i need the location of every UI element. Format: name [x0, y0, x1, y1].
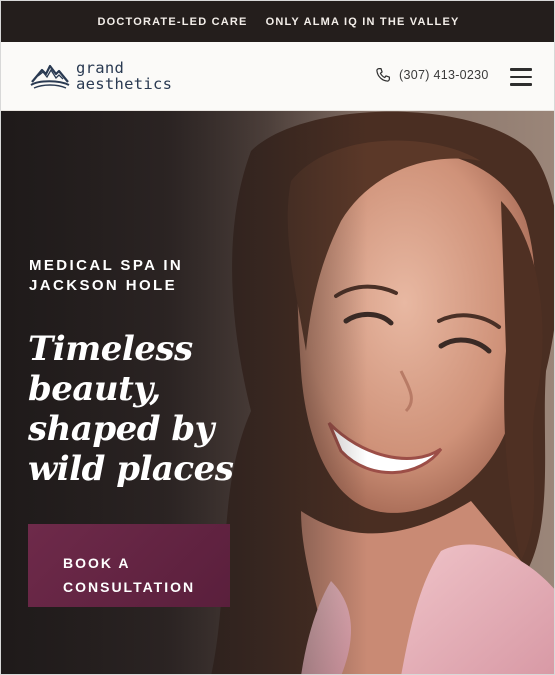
announcement-bar: DOCTORATE-LED CARE ONLY ALMA IQ IN THE V… — [1, 1, 554, 42]
phone-link[interactable]: (307) 413-0230 — [374, 66, 489, 84]
hero-eyebrow: MEDICAL SPA IN JACKSON HOLE — [29, 256, 229, 296]
logo-line-aesthetics: aesthetics — [76, 75, 173, 93]
cta-line-2: CONSULTATION — [63, 579, 196, 595]
site-header: grand aesthetics (307) 413-0230 — [1, 42, 554, 111]
menu-bar-middle — [510, 75, 532, 78]
announcement-item-alma: ONLY ALMA IQ IN THE VALLEY — [265, 15, 460, 28]
hamburger-menu-icon[interactable] — [510, 68, 532, 86]
announcement-item-care: DOCTORATE-LED CARE — [97, 15, 248, 28]
cta-line-1: BOOK A — [63, 555, 131, 571]
headline-line-2: beauty, — [28, 369, 161, 409]
hero-section: MEDICAL SPA IN JACKSON HOLE Timeless bea… — [1, 111, 554, 674]
phone-number: (307) 413-0230 — [399, 68, 489, 82]
headline-line-3: shaped by — [28, 409, 214, 449]
phone-icon — [376, 68, 390, 82]
eyebrow-line-2: JACKSON HOLE — [29, 277, 177, 294]
book-consultation-button[interactable]: BOOK A CONSULTATION — [28, 524, 230, 607]
eyebrow-line-1: MEDICAL SPA IN — [29, 257, 184, 274]
mountain-logo-icon — [30, 64, 70, 89]
site-logo[interactable]: grand aesthetics — [29, 58, 172, 94]
headline-line-4: wild places — [28, 449, 234, 489]
page-frame: DOCTORATE-LED CARE ONLY ALMA IQ IN THE V… — [0, 0, 555, 675]
logo-line-grand: grand — [76, 59, 125, 77]
menu-bar-bottom — [510, 83, 532, 86]
menu-bar-top — [510, 68, 532, 71]
headline-line-1: Timeless — [28, 329, 193, 369]
logo-wordmark: grand aesthetics — [76, 60, 172, 92]
hero-headline: Timeless beauty, shaped by wild places — [28, 329, 268, 489]
